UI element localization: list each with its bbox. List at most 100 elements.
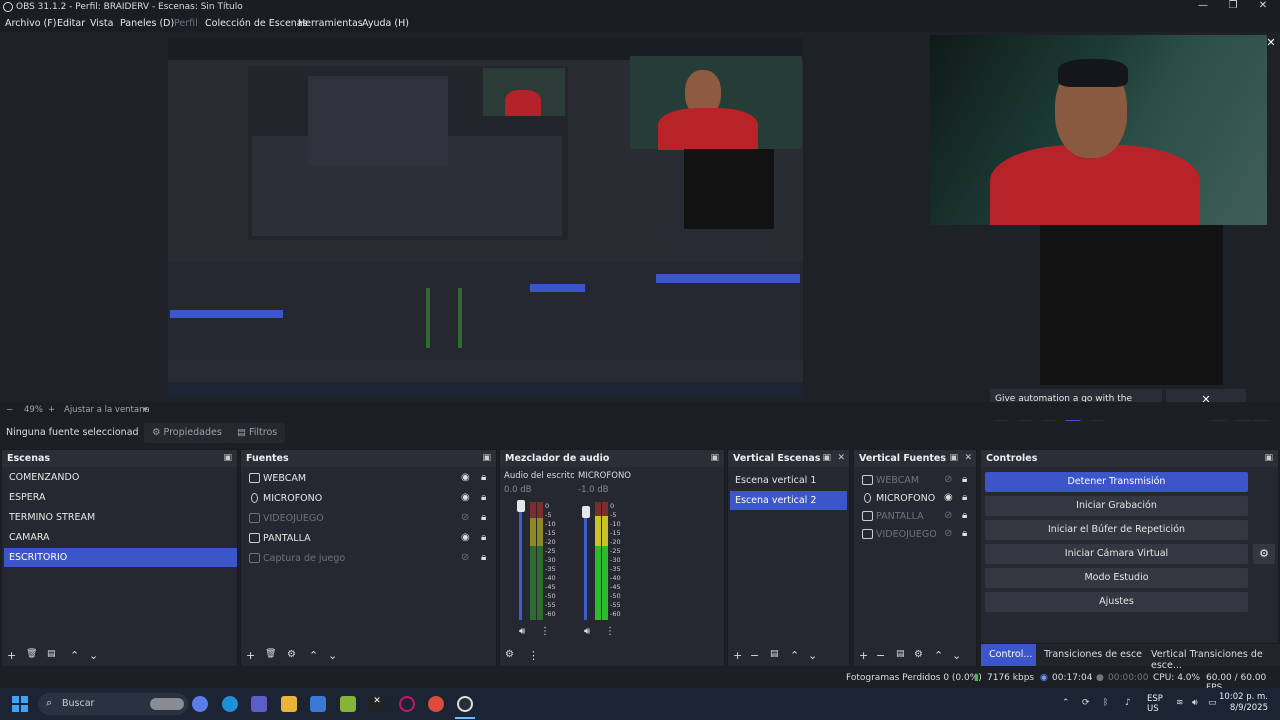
menu-coleccion-escenas[interactable]: Colección de Escenas bbox=[205, 18, 308, 29]
zoom-in-button[interactable]: + bbox=[48, 405, 55, 415]
move-up-icon[interactable]: ⌃ bbox=[934, 649, 943, 662]
move-down-icon[interactable]: ⌄ bbox=[952, 649, 961, 662]
volume-icon[interactable]: 🔊︎ bbox=[1192, 698, 1198, 708]
close-window-button[interactable]: ✕ bbox=[1248, 0, 1278, 15]
more-options-icon[interactable]: ⋮ bbox=[540, 626, 550, 637]
store-icon[interactable] bbox=[310, 696, 326, 712]
move-up-icon[interactable]: ⌃ bbox=[70, 649, 79, 662]
edge-icon[interactable] bbox=[222, 696, 238, 712]
dock-float-icon[interactable]: ▣ bbox=[223, 453, 232, 463]
eye-hidden-icon[interactable]: ⊘ bbox=[944, 474, 952, 485]
speaker-icon[interactable]: 🔊︎ bbox=[584, 626, 590, 637]
eye-hidden-icon[interactable]: ⊘ bbox=[944, 528, 952, 539]
move-up-icon[interactable]: ⌃ bbox=[790, 649, 799, 662]
remove-source-icon[interactable]: 🗑 bbox=[265, 649, 276, 659]
lock-icon[interactable]: 🔒︎ bbox=[481, 492, 486, 503]
dock-float-icon[interactable]: ▣ bbox=[949, 453, 958, 463]
scene-item[interactable]: COMENZANDO bbox=[4, 468, 237, 487]
lock-icon[interactable]: 🔒︎ bbox=[481, 532, 486, 543]
eye-hidden-icon[interactable]: ⊘ bbox=[944, 510, 952, 521]
settings-button[interactable]: Ajustes bbox=[985, 592, 1248, 612]
scene-item[interactable]: TERMINO STREAM bbox=[4, 508, 237, 527]
chrome-icon[interactable] bbox=[428, 696, 444, 712]
scene-filters-icon[interactable]: ▤ bbox=[47, 649, 56, 659]
scene-item[interactable]: ESPERA bbox=[4, 488, 237, 507]
advanced-audio-icon[interactable]: ⚙ bbox=[505, 649, 514, 660]
vertical-scene-item[interactable]: Escena vertical 1 bbox=[730, 471, 847, 490]
wifi-icon[interactable]: ≋ bbox=[1176, 698, 1184, 708]
gear-icon[interactable]: ⚙ bbox=[287, 649, 296, 660]
volume-slider-handle[interactable] bbox=[517, 500, 525, 512]
obs-taskbar-icon[interactable] bbox=[457, 696, 473, 712]
gear-icon[interactable]: ⚙ bbox=[1253, 544, 1275, 564]
add-scene-icon[interactable]: + bbox=[733, 649, 742, 662]
source-row[interactable]: PANTALLA ◉ 🔒︎ bbox=[245, 529, 495, 549]
lock-icon[interactable]: 🔒︎ bbox=[962, 474, 967, 485]
gear-icon[interactable]: ⚙ bbox=[914, 649, 923, 660]
more-options-icon[interactable]: ⋮ bbox=[528, 649, 539, 662]
opera-icon[interactable] bbox=[399, 696, 415, 712]
start-replay-buffer-button[interactable]: Iniciar el Búfer de Repetición bbox=[985, 520, 1248, 540]
app-stack-icon[interactable] bbox=[340, 696, 356, 712]
windows-start-icon[interactable] bbox=[12, 696, 28, 712]
filters-button[interactable]: ▤ Filtros bbox=[229, 423, 286, 443]
dock-float-icon[interactable]: ▣ bbox=[1264, 453, 1273, 463]
vertical-source-row[interactable]: WEBCAM ⊘ 🔒︎ bbox=[858, 471, 976, 491]
stop-streaming-button[interactable]: Detener Transmisión bbox=[985, 472, 1248, 492]
add-source-icon[interactable]: + bbox=[859, 649, 868, 662]
menu-perfil[interactable]: Perfil bbox=[174, 18, 198, 29]
file-explorer-icon[interactable] bbox=[281, 696, 297, 712]
remove-scene-icon[interactable]: − bbox=[750, 649, 759, 662]
minimize-button[interactable]: — bbox=[1188, 0, 1218, 15]
scene-item[interactable]: CAMARA bbox=[4, 528, 237, 547]
remove-source-icon[interactable]: − bbox=[876, 649, 885, 662]
vertical-source-row[interactable]: MICROFONO ◉ 🔒︎ bbox=[858, 489, 976, 509]
dock-float-icon[interactable]: ▣ bbox=[710, 453, 719, 463]
move-down-icon[interactable]: ⌄ bbox=[89, 649, 98, 662]
start-recording-button[interactable]: Iniciar Grabación bbox=[985, 496, 1248, 516]
lock-icon[interactable]: 🔒︎ bbox=[962, 492, 967, 503]
tab-transitions[interactable]: Transiciones de esce... bbox=[1036, 644, 1160, 666]
volume-slider-track[interactable] bbox=[584, 510, 587, 620]
bluetooth-icon[interactable]: ᛒ bbox=[1103, 698, 1108, 708]
lock-icon[interactable]: 🔒︎ bbox=[962, 510, 967, 521]
volume-slider-track[interactable] bbox=[519, 505, 522, 620]
scene-filters-icon[interactable]: ▤ bbox=[770, 649, 779, 659]
add-source-icon[interactable]: + bbox=[246, 649, 255, 662]
more-options-icon[interactable]: ⋮ bbox=[605, 626, 615, 637]
remove-scene-icon[interactable]: 🗑 bbox=[26, 649, 37, 659]
move-up-icon[interactable]: ⌃ bbox=[309, 649, 318, 662]
source-row[interactable]: VIDEOJUEGO ⊘ 🔒︎ bbox=[245, 509, 495, 529]
eye-icon[interactable]: ◉ bbox=[944, 492, 953, 503]
source-row[interactable]: WEBCAM ◉ 🔒︎ bbox=[245, 469, 495, 489]
menu-vista[interactable]: Vista bbox=[90, 18, 113, 29]
sync-icon[interactable]: ⟳ bbox=[1082, 698, 1090, 708]
language-indicator[interactable]: ESP US bbox=[1147, 694, 1163, 714]
clock[interactable]: 10:02 p. m. 8/9/2025 bbox=[1219, 692, 1268, 714]
start-virtual-camera-button[interactable]: Iniciar Cámara Virtual bbox=[985, 544, 1248, 564]
move-down-icon[interactable]: ⌄ bbox=[328, 649, 337, 662]
menu-ayuda[interactable]: Ayuda (H) bbox=[362, 18, 409, 29]
maximize-button[interactable]: ❐ bbox=[1218, 0, 1248, 15]
menu-paneles[interactable]: Paneles (D) bbox=[120, 18, 174, 29]
move-down-icon[interactable]: ⌄ bbox=[808, 649, 817, 662]
capcut-icon[interactable]: ✕ bbox=[369, 696, 385, 712]
taskbar-search[interactable]: ⌕ Buscar bbox=[38, 693, 188, 715]
dock-float-icon[interactable]: ▣ bbox=[482, 453, 491, 463]
source-row[interactable]: MICROFONO ◉ 🔒︎ bbox=[245, 489, 495, 509]
zoom-dropdown-icon[interactable]: ▾ bbox=[143, 405, 147, 415]
vertical-source-row[interactable]: PANTALLA ⊘ 🔒︎ bbox=[858, 507, 976, 527]
menu-editar[interactable]: Editar bbox=[57, 18, 85, 29]
scene-item-selected[interactable]: ESCRITORIO bbox=[4, 548, 237, 567]
battery-icon[interactable]: ▭ bbox=[1208, 698, 1217, 708]
eye-icon[interactable]: ◉ bbox=[461, 532, 470, 543]
lock-icon[interactable]: 🔒︎ bbox=[481, 472, 486, 483]
zoom-fit-button[interactable]: Ajustar a la ventana bbox=[64, 405, 150, 415]
menu-herramientas[interactable]: Herramientas bbox=[298, 18, 363, 29]
add-scene-icon[interactable]: + bbox=[7, 649, 16, 662]
eye-icon[interactable]: ◉ bbox=[461, 472, 470, 483]
eye-hidden-icon[interactable]: ⊘ bbox=[461, 512, 469, 523]
close-icon[interactable]: ✕ bbox=[1264, 36, 1278, 50]
dock-float-icon[interactable]: ▣ bbox=[822, 453, 831, 463]
studio-mode-button[interactable]: Modo Estudio bbox=[985, 568, 1248, 588]
